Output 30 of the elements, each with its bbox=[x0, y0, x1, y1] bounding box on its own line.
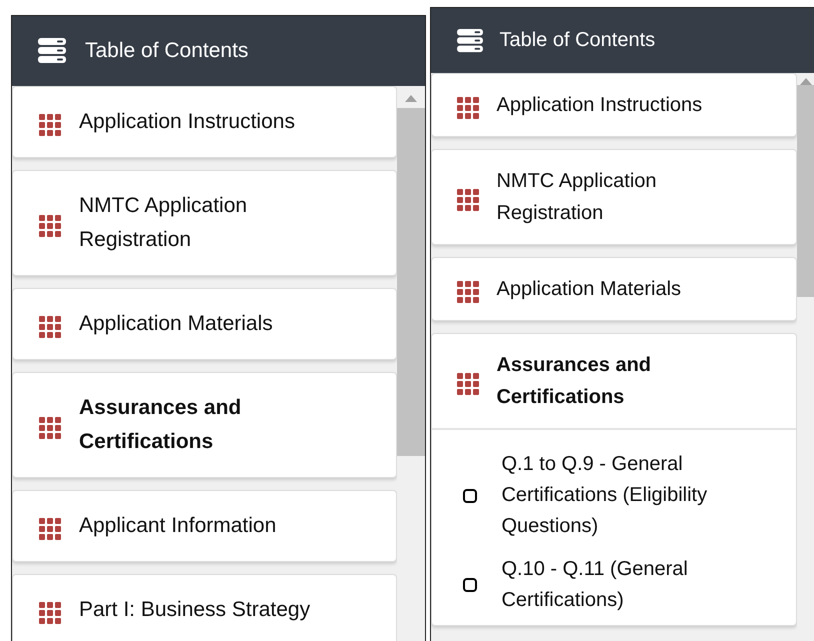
toc-item[interactable]: Application Instructions bbox=[13, 87, 396, 157]
grid-icon bbox=[457, 373, 480, 395]
scroll-up-arrow-icon[interactable] bbox=[800, 77, 812, 85]
grid-icon bbox=[39, 215, 61, 237]
grid-icon bbox=[457, 281, 480, 303]
grid-icon bbox=[39, 602, 61, 624]
panel-title: Table of Contents bbox=[499, 29, 656, 52]
toc-subitem[interactable]: Q.1 to Q.9 - General Certifications (Eligibility Questions) bbox=[432, 448, 796, 543]
server-stack-icon bbox=[457, 28, 484, 52]
toc-item[interactable]: Application Instructions bbox=[432, 74, 796, 136]
toc-item[interactable]: NMTC Application Registration bbox=[432, 150, 796, 244]
grid-icon bbox=[457, 189, 480, 211]
toc-item[interactable]: Assurances and Certifications bbox=[13, 373, 396, 477]
grid-icon bbox=[39, 114, 61, 136]
grid-icon bbox=[39, 518, 61, 540]
toc-item[interactable]: Applicant Information bbox=[13, 491, 396, 561]
scroll-up-arrow-icon[interactable] bbox=[405, 94, 418, 102]
server-stack-icon bbox=[38, 38, 66, 64]
scrollbar-thumb[interactable] bbox=[397, 108, 426, 456]
scrollbar-thumb[interactable] bbox=[797, 85, 814, 297]
toc-item[interactable]: NMTC Application Registration bbox=[13, 171, 396, 275]
grid-icon bbox=[457, 97, 480, 119]
toc-item[interactable]: Application Materials bbox=[432, 258, 796, 320]
grid-icon bbox=[39, 417, 61, 439]
grid-icon bbox=[39, 316, 61, 338]
toc-item[interactable]: Part I: Business Strategy bbox=[13, 575, 396, 641]
toc-item[interactable]: Application Materials bbox=[13, 289, 396, 359]
toc-item[interactable]: Assurances and Certifications bbox=[432, 334, 796, 430]
panel-title: Table of Contents bbox=[85, 39, 248, 63]
toc-subitem[interactable]: Q.10 - Q.11 (General Certifications) bbox=[432, 553, 796, 617]
